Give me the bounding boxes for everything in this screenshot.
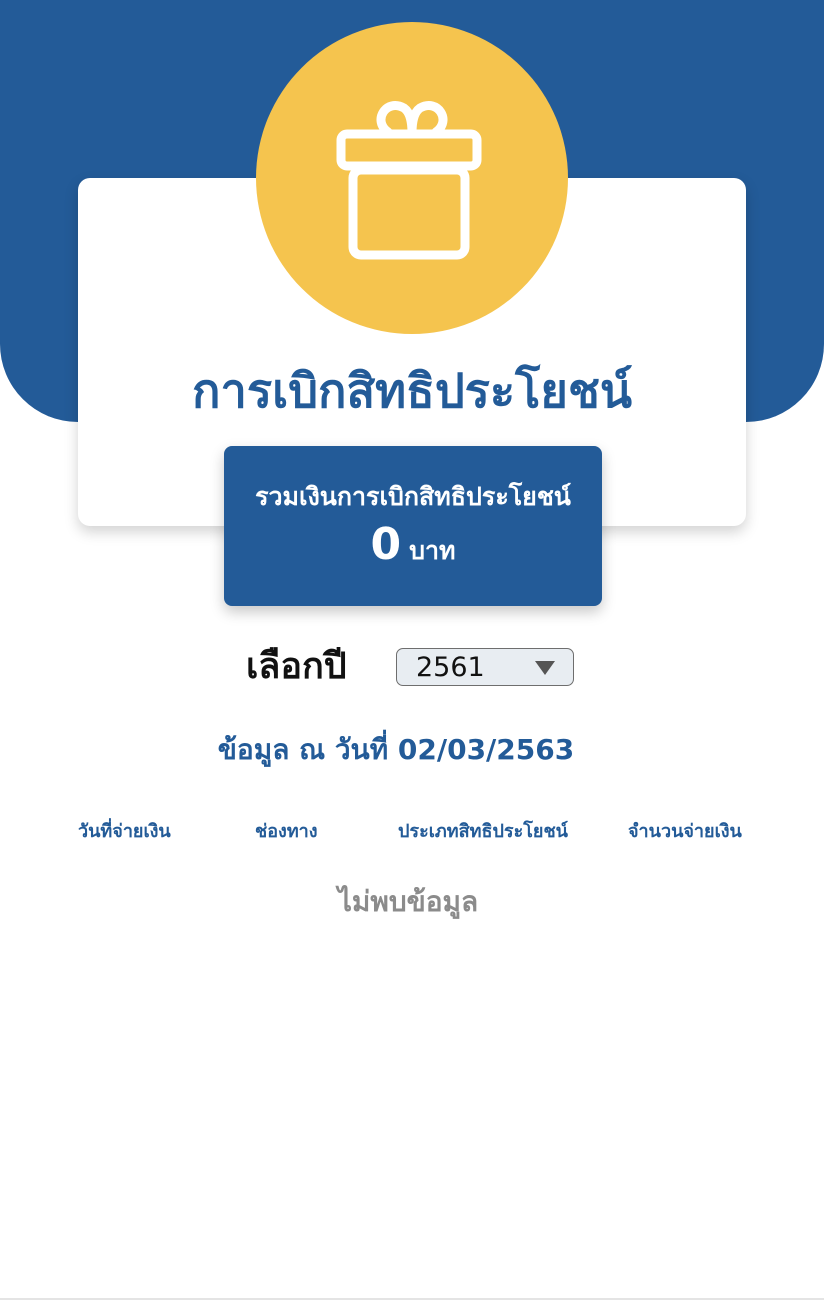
summary-label: รวมเงินการเบิกสิทธิประโยชน์: [255, 482, 571, 511]
column-header-payment-amount: จำนวนจ่ายเงิน: [628, 821, 742, 842]
column-header-benefit-type: ประเภทสิทธิประโยชน์: [398, 821, 568, 842]
summary-amount-row: 0 บาท: [224, 518, 602, 572]
empty-state-message: ไม่พบข้อมูล: [337, 885, 479, 918]
year-select[interactable]: 2561: [396, 648, 574, 686]
column-header-channel: ช่องทาง: [255, 821, 318, 842]
chevron-down-icon: [535, 661, 555, 675]
page-title: การเบิกสิทธิประโยชน์: [192, 364, 632, 419]
summary-total-card: รวมเงินการเบิกสิทธิประโยชน์ 0 บาท: [224, 446, 602, 606]
selected-year: 2561: [416, 652, 485, 683]
column-header-payment-date: วันที่จ่ายเงิน: [78, 821, 171, 842]
data-as-of-text: ข้อมูล ณ วันที่ 02/03/2563: [217, 733, 575, 766]
summary-amount: 0: [370, 519, 402, 570]
year-label: เลือกปี: [246, 646, 347, 687]
benefit-claims-page: การเบิกสิทธิประโยชน์ รวมเงินการเบิกสิทธิ…: [0, 0, 824, 1300]
gift-icon: [256, 22, 568, 334]
summary-unit: บาท: [409, 536, 456, 565]
